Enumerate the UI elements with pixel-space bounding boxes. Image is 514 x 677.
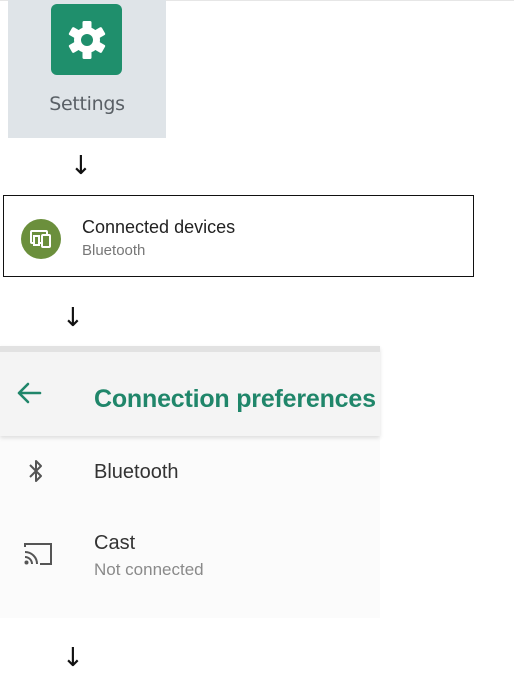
- settings-app-tile[interactable]: Settings: [8, 0, 166, 138]
- flow-arrow-1: ↓: [70, 151, 92, 181]
- devices-icon: [21, 219, 61, 259]
- cast-label: Cast: [94, 532, 136, 554]
- settings-label: Settings: [49, 93, 125, 115]
- bluetooth-icon: [26, 458, 46, 489]
- page-title: Connection preferences: [94, 385, 376, 413]
- connected-devices-subtitle: Bluetooth: [82, 242, 146, 259]
- connected-devices-item[interactable]: Connected devices Bluetooth: [3, 195, 474, 277]
- gear-icon: [51, 4, 122, 75]
- connection-preferences-screen: Connection preferences Bluetooth Cast No…: [0, 346, 380, 618]
- app-bar: Connection preferences: [0, 346, 380, 436]
- connected-devices-title: Connected devices: [82, 217, 236, 237]
- cast-icon: [22, 540, 54, 573]
- cast-status: Not connected: [94, 560, 204, 579]
- flow-arrow-3: ↓: [62, 643, 84, 673]
- bluetooth-label: Bluetooth: [94, 461, 179, 483]
- back-arrow-icon[interactable]: [16, 382, 42, 409]
- flow-arrow-2: ↓: [62, 303, 84, 333]
